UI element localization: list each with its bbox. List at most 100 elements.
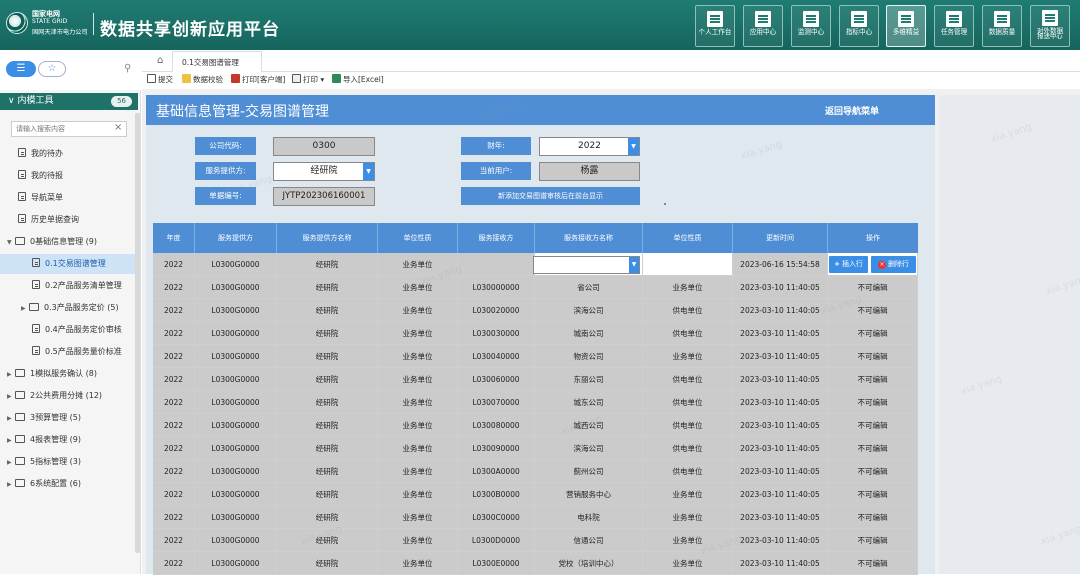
nav-task-management[interactable]: 任务管理 xyxy=(934,5,974,47)
table-cell: 供电单位 xyxy=(643,368,733,391)
top-header: 国家电网 STATE GRID 国网天津市电力公司 数据共享创新应用平台 个人工… xyxy=(0,0,1080,50)
table-cell: 2022 xyxy=(153,253,195,276)
sidebar-item-label: 0.1交易图谱管理 xyxy=(45,259,106,268)
current-user-label: 当前用户: xyxy=(461,162,531,180)
table-cell: 党校（培训中心） xyxy=(535,552,643,575)
caret-right-icon: ▶ xyxy=(7,437,12,444)
table-row[interactable]: 2022 L0300G0000 经研院 业务单位 L0300C0000 电科院 业务单位 20… xyxy=(153,506,918,529)
favorites-star-button[interactable]: ☆ xyxy=(38,61,66,77)
nav-label: 个人工作台 xyxy=(698,28,732,36)
table-cell: 业务单位 xyxy=(378,299,458,322)
print-client-button[interactable]: 打印[客户端] xyxy=(231,74,285,86)
sidebar-item-pricing-review[interactable]: 0.4产品服务定价审核 xyxy=(0,320,138,340)
print-dropdown-button[interactable]: 打印 ▾ xyxy=(292,74,324,86)
back-to-nav-link[interactable]: 返回导航菜单 xyxy=(825,104,879,117)
nav-indicator-center[interactable]: 指标中心 xyxy=(839,5,879,47)
sidebar-item-pending-report[interactable]: 我的待报 xyxy=(0,166,138,186)
table-cell: 供电单位 xyxy=(643,391,733,414)
table-row[interactable]: 2022 L0300G0000 经研院 业务单位 2023-06-16 15:54:58… xyxy=(153,253,918,276)
user-doc-icon xyxy=(1042,10,1058,26)
table-cell: 东丽公司 xyxy=(535,368,643,391)
sidebar-item-volume-price[interactable]: 0.5产品服务量价标准 xyxy=(0,342,138,362)
table-cell: 营销服务中心 xyxy=(535,483,643,506)
table-cell: 不可编辑 xyxy=(828,414,918,437)
table-cell: L0300G0000 xyxy=(195,414,277,437)
sidebar-item-indicators[interactable]: ▶ 5指标管理 (3) xyxy=(0,452,138,472)
table-row[interactable]: 2022 L0300G0000 经研院 业务单位 L0300D0000 信通公司 业务单位 2… xyxy=(153,529,918,552)
sidebar-item-trade-graph[interactable]: 0.1交易图谱管理 xyxy=(0,254,138,274)
receiver-name-select[interactable]: ▼ xyxy=(533,256,640,274)
home-icon[interactable]: ⌂ xyxy=(157,55,163,66)
sidebar-scrollbar[interactable] xyxy=(135,113,140,553)
sidebar-item-simulation[interactable]: ▶ 1模拟服务确认 (8) xyxy=(0,364,138,384)
sidebar-item-history-query[interactable]: 历史单据查询 xyxy=(0,210,138,230)
table-cell: 经研院 xyxy=(277,460,378,483)
table-row[interactable]: 2022 L0300G0000 经研院 业务单位 L030020000 滨海公司 供电单位 2… xyxy=(153,299,918,322)
company-code-field: 0300 xyxy=(273,137,375,156)
fiscal-year-select[interactable]: 2022 ▼ xyxy=(539,137,640,156)
table-cell: 经研院 xyxy=(277,437,378,460)
table-cell: 业务单位 xyxy=(643,529,733,552)
sidebar-item-budget[interactable]: ▶ 3预算管理 (5) xyxy=(0,408,138,428)
nav-personal-workbench[interactable]: 个人工作台 xyxy=(695,5,735,47)
sidebar-item-reports[interactable]: ▶ 4报表管理 (9) xyxy=(0,430,138,450)
table-row[interactable]: 2022 L0300G0000 经研院 业务单位 L030030000 城南公司 供电单位 2… xyxy=(153,322,918,345)
table-cell: L0300G0000 xyxy=(195,437,277,460)
sidebar-item-system-config[interactable]: ▶ 6系统配置 (6) xyxy=(0,474,138,494)
table-cell: 2022 xyxy=(153,483,195,506)
sidebar-count-badge: 56 xyxy=(111,96,132,107)
table-cell: 2023-03-10 11:40:05 xyxy=(733,276,828,299)
table-cell: 滨海公司 xyxy=(535,437,643,460)
table-cell: L030020000 xyxy=(458,299,535,322)
table-row[interactable]: 2022 L0300G0000 经研院 业务单位 L0300E0000 党校（培训中心）业… xyxy=(153,552,918,575)
sidebar-item-basic-info[interactable]: ▼ 0基础信息管理 (9) xyxy=(0,232,138,252)
table-cell: 业务单位 xyxy=(378,276,458,299)
nav-app-center[interactable]: 应用中心 xyxy=(743,5,783,47)
nav-data-quality[interactable]: 数据质量 xyxy=(982,5,1022,47)
table-cell: 2022 xyxy=(153,345,195,368)
submit-button[interactable]: 提交 xyxy=(147,74,173,86)
menu-list-button[interactable]: ☰ xyxy=(6,61,36,77)
validate-button[interactable]: 数据校验 xyxy=(182,74,223,86)
sidebar-item-cost-share[interactable]: ▶ 2公共费用分摊 (12) xyxy=(0,386,138,406)
table-cell: 供电单位 xyxy=(643,414,733,437)
nav-multidim-lean[interactable]: 多维精益 xyxy=(886,5,926,47)
fiscal-year-value: 2022 xyxy=(578,141,601,151)
table-row[interactable]: 2022 L0300G0000 经研院 业务单位 L030040000 物资公司 业务单位 2… xyxy=(153,345,918,368)
table-cell: 2022 xyxy=(153,506,195,529)
sidebar-item-nav-menu[interactable]: 导航菜单 xyxy=(0,188,138,208)
insert-row-button[interactable]: + 插入行 xyxy=(829,256,868,273)
sidebar-section-header[interactable]: ∨ 内模工具 56 xyxy=(0,93,138,110)
nav-external-data-report[interactable]: 对外数据 报送中心 xyxy=(1030,5,1070,47)
pin-icon[interactable]: ⚲ xyxy=(124,63,131,74)
sidebar-item-label: 2公共费用分摊 (12) xyxy=(30,391,103,400)
sidebar-search-input[interactable] xyxy=(11,121,127,137)
table-cell: 不可编辑 xyxy=(828,368,918,391)
clear-search-icon[interactable]: × xyxy=(114,122,122,133)
table-row[interactable]: 2022 L0300G0000 经研院 业务单位 L0300A0000 蓟州公司 供电单位 2… xyxy=(153,460,918,483)
table-cell: 经研院 xyxy=(277,345,378,368)
table-cell: 业务单位 xyxy=(378,368,458,391)
table-row[interactable]: 2022 L0300G0000 经研院 业务单位 L0300B0000 营销服务中心 业务单… xyxy=(153,483,918,506)
table-cell: 经研院 xyxy=(277,391,378,414)
sidebar-item-service-list[interactable]: 0.2产品服务清单管理 xyxy=(0,276,138,296)
sidebar-item-todo[interactable]: 我的待办 xyxy=(0,144,138,164)
tab-trade-graph[interactable]: 0.1交易图谱管理 xyxy=(172,51,262,72)
table-row[interactable]: 2022 L0300G0000 经研院 业务单位 L030080000 城西公司 供电单位 2… xyxy=(153,414,918,437)
delete-row-button[interactable]: × 删除行 xyxy=(871,256,916,273)
table-cell: 供电单位 xyxy=(643,437,733,460)
table-cell: 业务单位 xyxy=(378,529,458,552)
table-cell: 2022 xyxy=(153,529,195,552)
import-excel-button[interactable]: 导入[Excel] xyxy=(332,74,384,86)
table-row[interactable]: 2022 L0300G0000 经研院 业务单位 L030090000 滨海公司 供电单位 2… xyxy=(153,437,918,460)
nav-monitor-center[interactable]: 监测中心 xyxy=(791,5,831,47)
caret-right-icon: ▶ xyxy=(7,459,12,466)
monitor-icon xyxy=(707,11,723,27)
table-row[interactable]: 2022 L0300G0000 经研院 业务单位 L030070000 城东公司 供电单位 2… xyxy=(153,391,918,414)
table-row[interactable]: 2022 L0300G0000 经研院 业务单位 L030060000 东丽公司 供电单位 2… xyxy=(153,368,918,391)
provider-select[interactable]: 经研院 ▼ xyxy=(273,162,375,181)
table-row[interactable]: 2022 L0300G0000 经研院 业务单位 L030000000 省公司 业务单位 20… xyxy=(153,276,918,299)
sidebar-item-pricing[interactable]: ▶ 0.3产品服务定价 (5) xyxy=(0,298,138,318)
print-label: 打印 xyxy=(303,75,318,84)
nav-label: 应用中心 xyxy=(749,28,777,36)
